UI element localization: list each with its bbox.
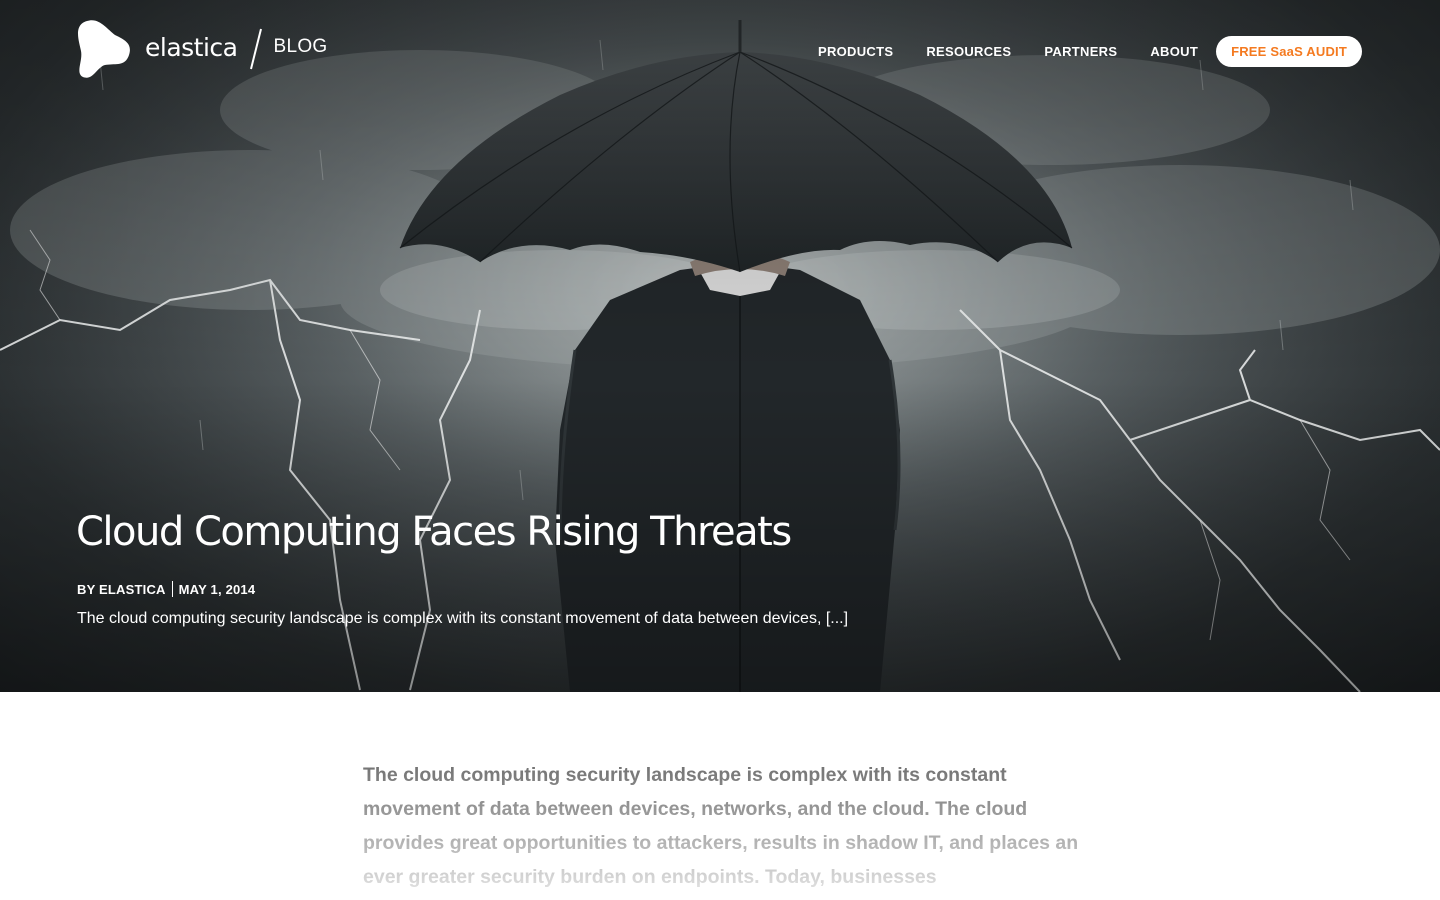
article-body: The cloud computing security landscape i… <box>363 764 1079 888</box>
elastica-logo-link[interactable]: elastica BLOG <box>77 18 327 80</box>
nav-item-about[interactable]: ABOUT <box>1150 44 1198 59</box>
blog-section-label: BLOG <box>273 36 328 57</box>
nav-item-products[interactable]: PRODUCTS <box>818 44 893 59</box>
read-more-link[interactable]: [...] <box>826 610 848 627</box>
post-excerpt: The cloud computing security landscape i… <box>77 610 848 628</box>
free-saas-audit-button[interactable]: FREE SaaS AUDIT <box>1216 36 1362 67</box>
logo-wordmark: elastica <box>145 32 238 62</box>
logo-divider-slash <box>250 28 263 70</box>
post-title: Cloud Computing Faces Rising Threats <box>76 509 792 555</box>
post-meta: BY ELASTICA MAY 1, 2014 <box>77 581 255 597</box>
elastica-logo-icon <box>78 20 130 78</box>
post-author: BY ELASTICA <box>77 581 166 597</box>
main-nav: PRODUCTS RESOURCES PARTNERS ABOUT FREE S… <box>785 36 1362 67</box>
meta-divider <box>171 581 173 597</box>
nav-item-partners[interactable]: PARTNERS <box>1044 44 1117 59</box>
nav-item-resources[interactable]: RESOURCES <box>926 44 1011 59</box>
excerpt-text: The cloud computing security landscape i… <box>77 610 826 627</box>
post-date: MAY 1, 2014 <box>178 581 256 597</box>
top-navigation-bar: elastica BLOG PRODUCTS RESOURCES PARTNER… <box>0 0 1440 100</box>
hero-banner: elastica BLOG PRODUCTS RESOURCES PARTNER… <box>0 0 1440 692</box>
